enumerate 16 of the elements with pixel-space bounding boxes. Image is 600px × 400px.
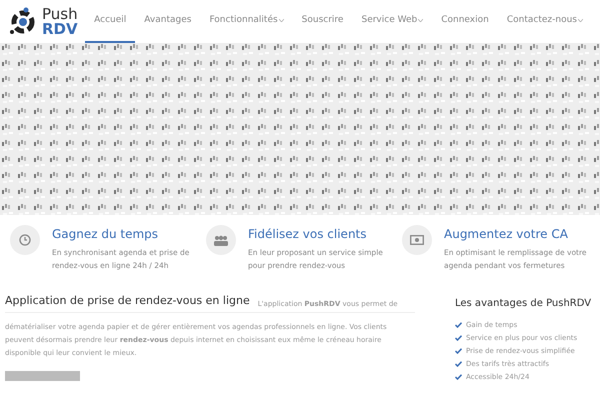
feature-title: Fidélisez vos clients <box>248 226 368 243</box>
nav-link[interactable]: Connexion <box>432 0 498 43</box>
logo-text: Push <box>42 6 78 22</box>
logo-text: RDV <box>42 22 78 36</box>
nav-link[interactable]: Souscrire <box>292 0 352 43</box>
feature-title: Augmentez votre CA <box>444 226 569 243</box>
nav-link[interactable]: Service Web <box>352 0 432 43</box>
nav-link[interactable]: Avantages <box>135 0 200 43</box>
section-title: Application de prise de rendez-vous en ligne <box>5 293 250 309</box>
banknote-icon <box>410 235 424 245</box>
people-icon <box>214 234 228 246</box>
clock-icon <box>19 234 31 246</box>
sidebar-title: Les avantages de PushRDV <box>455 297 592 311</box>
nav-link[interactable]: Fonctionnalités <box>200 0 293 43</box>
nav-link[interactable]: Contactez-nous <box>498 0 592 43</box>
feature-title: Gagnez du temps <box>52 226 160 243</box>
